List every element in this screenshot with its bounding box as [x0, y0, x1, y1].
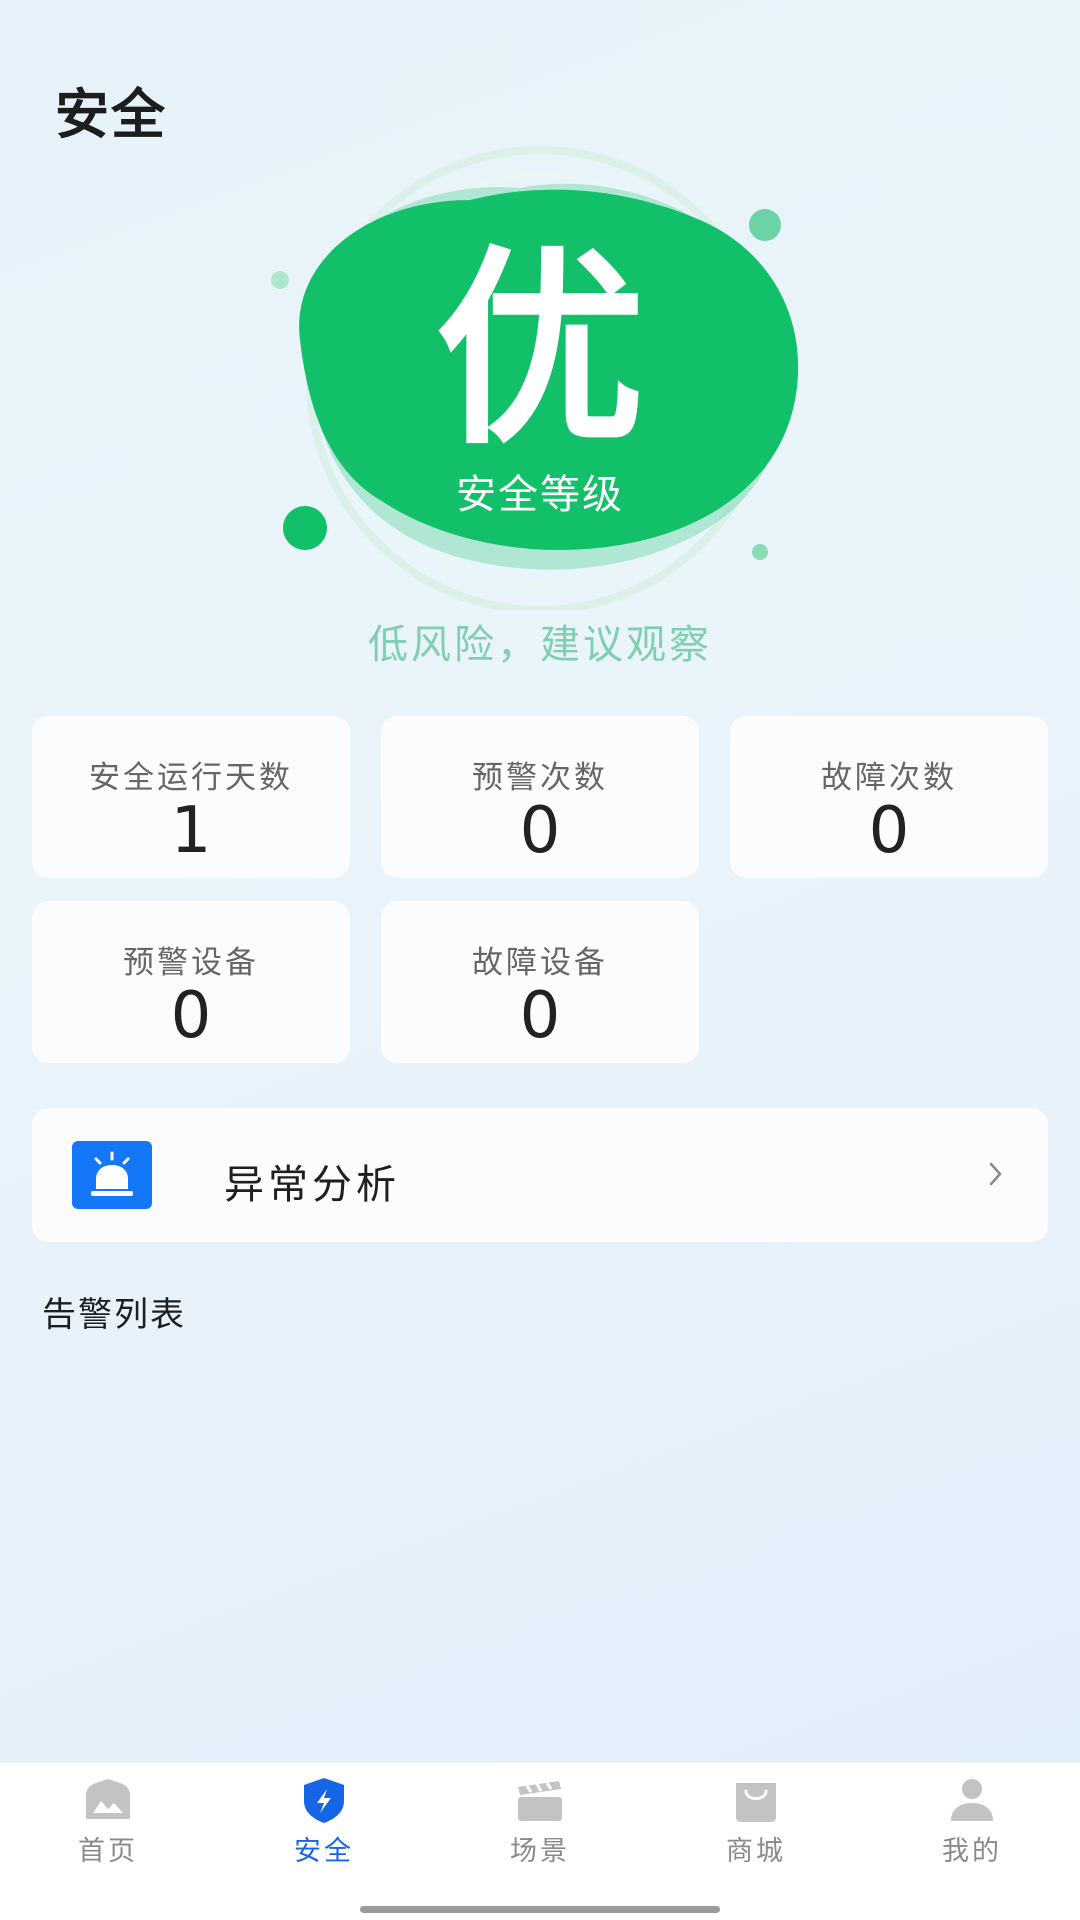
stat-card-warning-devices: 预警设备 0	[32, 901, 350, 1063]
stat-label: 预警设备	[123, 945, 259, 981]
tab-safety[interactable]: 安全	[216, 1763, 432, 1893]
stat-value: 1	[170, 794, 212, 868]
safety-grade-label: 安全等级	[456, 472, 624, 518]
stat-label: 预警次数	[472, 760, 608, 796]
tab-label: 场景	[510, 1836, 570, 1867]
clapperboard-icon	[518, 1781, 562, 1821]
stat-label: 故障设备	[472, 945, 608, 981]
alarm-light-icon	[72, 1141, 152, 1209]
chevron-right-icon	[989, 1162, 1002, 1186]
tab-home[interactable]: 首页	[0, 1763, 216, 1893]
abnormal-analysis-row[interactable]: 异常分析	[32, 1108, 1048, 1242]
stat-value: 0	[170, 979, 212, 1053]
home-mountain-icon	[86, 1779, 130, 1819]
home-indicator[interactable]	[360, 1906, 720, 1913]
stat-label: 安全运行天数	[89, 760, 293, 796]
tab-mall[interactable]: 商城	[648, 1763, 864, 1893]
stat-value: 0	[519, 794, 561, 868]
safety-grade-value: 优	[434, 226, 645, 473]
stat-value: 0	[519, 979, 561, 1053]
tab-label: 安全	[294, 1836, 354, 1867]
risk-summary: 低风险，建议观察	[368, 622, 712, 668]
page-title: 安全	[55, 82, 167, 146]
stat-card-warning-count: 预警次数 0	[381, 716, 699, 878]
alarm-list-title: 告警列表	[42, 1295, 186, 1335]
stat-value: 0	[868, 794, 910, 868]
stat-card-fault-devices: 故障设备 0	[381, 901, 699, 1063]
tab-profile[interactable]: 我的	[864, 1763, 1080, 1893]
user-icon	[951, 1779, 993, 1821]
stat-label: 故障次数	[821, 760, 957, 796]
tab-label: 首页	[78, 1836, 138, 1867]
tab-label: 我的	[942, 1836, 1002, 1867]
stat-card-safe-days: 安全运行天数 1	[32, 716, 350, 878]
stat-card-fault-count: 故障次数 0	[730, 716, 1048, 878]
shield-bolt-icon	[304, 1778, 344, 1823]
shopping-bag-icon	[736, 1783, 776, 1822]
tab-label: 商城	[726, 1836, 786, 1867]
bottom-tab-bar: 首页 安全 场景 商城 我的	[0, 1762, 1080, 1920]
safety-grade-badge: 优 安全等级	[250, 140, 830, 610]
tab-scenes[interactable]: 场景	[432, 1763, 648, 1893]
abnormal-analysis-title: 异常分析	[224, 1162, 400, 1208]
